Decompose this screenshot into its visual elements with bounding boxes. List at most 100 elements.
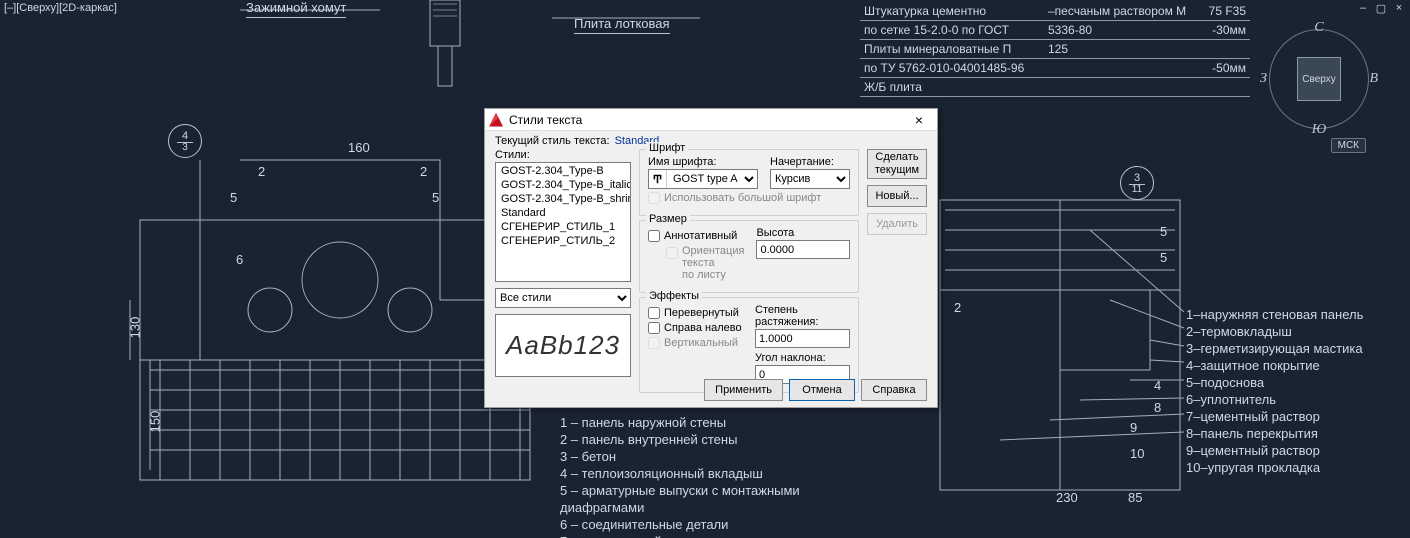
dim-150: 150: [147, 411, 162, 433]
checkbox-label: Справа налево: [664, 322, 742, 334]
table-cell: -30мм: [1186, 23, 1246, 37]
size-group: Размер Аннотативный Ориентация текста по…: [639, 220, 859, 293]
viewport-label[interactable]: [–][Сверху][2D-каркас]: [4, 2, 117, 14]
font-name-select[interactable]: Ͳ GOST type A: [648, 169, 758, 189]
table-row: по сетке 15-2.0-0 по ГОСТ 5336-80 -30мм: [860, 21, 1250, 40]
font-name-label: Имя шрифта:: [648, 156, 758, 168]
list-item[interactable]: GOST-2.304_Type-B_italic: [497, 178, 629, 192]
dim-5a: 5: [230, 190, 237, 205]
viewcube-north[interactable]: С: [1314, 20, 1323, 36]
list-item[interactable]: GOST-2.304_Type-B: [497, 164, 629, 178]
rtl-checkbox[interactable]: Справа налево: [648, 322, 743, 334]
styles-label: Стили:: [495, 149, 631, 161]
dialog-footer: Применить Отмена Справка: [704, 379, 927, 401]
cancel-button[interactable]: Отмена: [789, 379, 855, 401]
table-row: Плиты минераловатные П 125: [860, 40, 1250, 59]
window-close-button[interactable]: ×: [1392, 2, 1406, 15]
checkbox-label: Вертикальный: [664, 337, 738, 349]
viewcube[interactable]: Сверху С Ю В З: [1264, 24, 1374, 134]
window-controls: – ▢ ×: [1356, 2, 1406, 15]
set-current-button[interactable]: Сделать текущим: [867, 149, 927, 179]
height-input[interactable]: [756, 240, 850, 259]
checkbox-label: Перевернутый: [664, 307, 739, 319]
dim-130: 130: [127, 317, 142, 339]
dim-r5b: 5: [1160, 250, 1167, 265]
table-row: по ТУ 5762-010-04001485-96-50мм: [860, 59, 1250, 78]
dim-r4: 4: [1154, 378, 1161, 393]
dim-r10: 10: [1130, 446, 1144, 461]
drawing-label-clamp: Зажимной хомут: [246, 0, 346, 18]
list-item: 5–подоснова: [1186, 374, 1363, 391]
orient-checkbox: Ориентация текста по листу: [666, 245, 744, 281]
list-item: 10–упругая прокладка: [1186, 459, 1363, 476]
annotative-checkbox[interactable]: Аннотативный: [648, 230, 744, 242]
dim-r85: 85: [1128, 490, 1142, 505]
table-cell: Плиты минераловатные П: [864, 42, 1030, 56]
font-style-select[interactable]: Курсив: [770, 169, 850, 189]
viewcube-south[interactable]: Ю: [1312, 122, 1326, 138]
close-icon[interactable]: ×: [905, 110, 933, 130]
group-title: Шрифт: [646, 142, 688, 154]
callouts-right: 1–наружняя стеновая панель 2–термовклады…: [1186, 306, 1363, 476]
dim-2b: 2: [420, 164, 427, 179]
list-item: 5 – арматурные выпуски с монтажными: [560, 482, 800, 499]
callouts-left: 1 – панель наружной стены 2 – панель вну…: [560, 414, 800, 538]
table-cell: 125: [1048, 42, 1168, 56]
dim-6: 6: [236, 252, 243, 267]
table-cell: по ТУ 5762-010-04001485-96: [864, 61, 1030, 75]
bubble-num: 4: [182, 130, 188, 142]
wcs-badge[interactable]: МСК: [1331, 138, 1366, 153]
list-item[interactable]: Standard: [497, 206, 629, 220]
spec-table: Штукатурка цементно–песчаным раствором М…: [860, 2, 1250, 97]
dim-r8: 8: [1154, 400, 1161, 415]
font-group: Шрифт Имя шрифта: Ͳ GOST type A Начертан…: [639, 149, 859, 216]
list-item: 8–панель перекрытия: [1186, 425, 1363, 442]
list-item[interactable]: СГЕНЕРИР_СТИЛЬ_2: [497, 234, 629, 248]
dim-2a: 2: [258, 164, 265, 179]
dialog-title: Стили текста: [509, 113, 905, 127]
window-maximize-button[interactable]: ▢: [1374, 2, 1388, 15]
list-item: 3–герметизирующая мастика: [1186, 340, 1363, 357]
table-row: Ж/Б плита: [860, 78, 1250, 97]
dim-r230: 230: [1056, 490, 1078, 505]
big-font-checkbox: Использовать большой шрифт: [648, 192, 850, 204]
list-item: 6 – соединительные детали: [560, 516, 800, 533]
viewcube-east[interactable]: В: [1369, 71, 1378, 87]
dim-r5a: 5: [1160, 224, 1167, 239]
delete-style-button: Удалить: [867, 213, 927, 235]
list-item[interactable]: GOST-2.304_Type-B_shrink: [497, 192, 629, 206]
table-cell: 75 F35: [1186, 4, 1246, 18]
bubble-num: 3: [1134, 172, 1140, 184]
upsidedown-checkbox[interactable]: Перевернутый: [648, 307, 743, 319]
list-item[interactable]: СГЕНЕРИР_СТИЛЬ_1: [497, 220, 629, 234]
width-factor-label: Степень растяжения:: [755, 304, 850, 328]
list-item: 1 – панель наружной стены: [560, 414, 800, 431]
table-cell: Ж/Б плита: [864, 80, 1030, 94]
bubble-den: 11: [1129, 184, 1145, 195]
list-item: 2–термовкладыш: [1186, 323, 1363, 340]
viewcube-west[interactable]: З: [1260, 71, 1267, 87]
help-button[interactable]: Справка: [861, 379, 927, 401]
section-bubble-left: 4 3: [168, 124, 202, 158]
truetype-icon: Ͳ: [649, 170, 667, 188]
vertical-checkbox: Вертикальный: [648, 337, 743, 349]
list-item: 9–цементный раствор: [1186, 442, 1363, 459]
dialog-titlebar[interactable]: Стили текста ×: [485, 109, 937, 131]
list-item: 6–уплотнитель: [1186, 391, 1363, 408]
height-label: Высота: [756, 227, 850, 239]
new-style-button[interactable]: Новый...: [867, 185, 927, 207]
drawing-label-tray-plate: Плита лотковая: [574, 16, 670, 34]
window-minimize-button[interactable]: –: [1356, 2, 1370, 15]
styles-list[interactable]: GOST-2.304_Type-B GOST-2.304_Type-B_ital…: [495, 162, 631, 282]
table-cell: 5336-80: [1048, 23, 1168, 37]
list-item: 4 – теплоизоляционный вкладыш: [560, 465, 800, 482]
app-logo-icon: [489, 113, 503, 127]
width-factor-input[interactable]: [755, 329, 850, 348]
group-title: Размер: [646, 213, 690, 225]
text-style-dialog: Стили текста × Текущий стиль текста: Sta…: [484, 108, 938, 408]
apply-button[interactable]: Применить: [704, 379, 783, 401]
style-preview: AaBb123: [495, 314, 631, 377]
dim-r9: 9: [1130, 420, 1137, 435]
style-filter-select[interactable]: Все стили: [495, 288, 631, 308]
table-cell: по сетке 15-2.0-0 по ГОСТ: [864, 23, 1030, 37]
